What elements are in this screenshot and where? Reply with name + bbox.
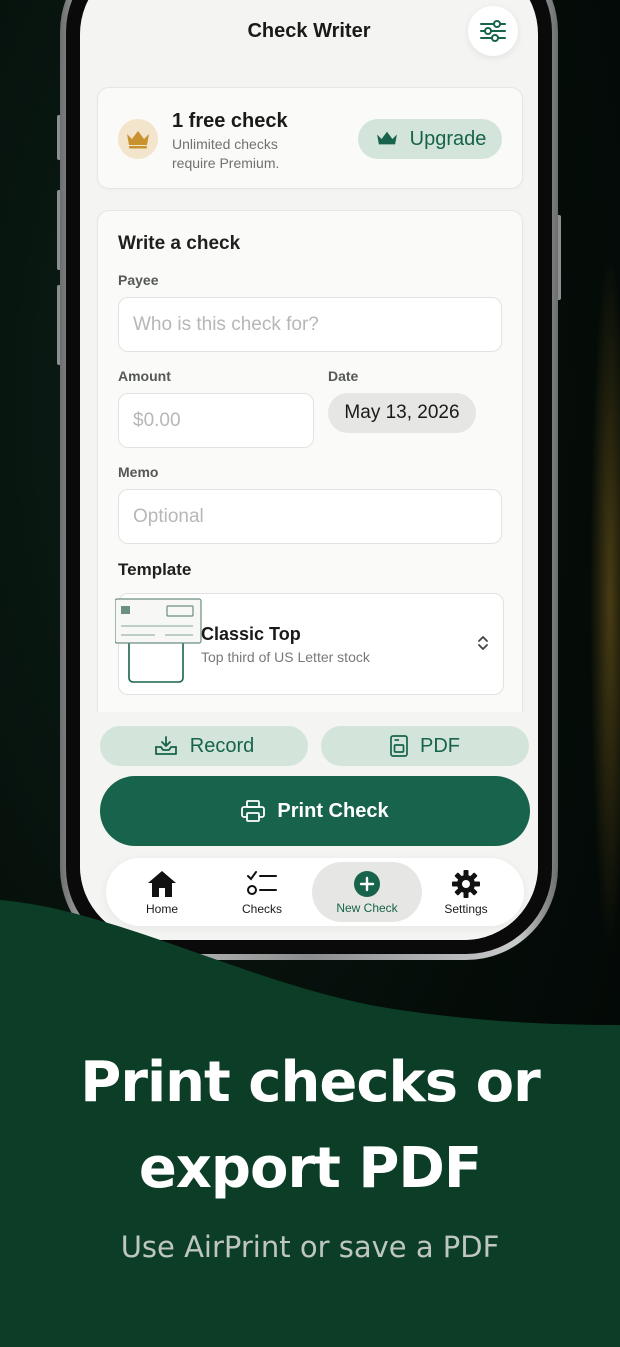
record-label: Record [189,734,255,757]
free-check-subtitle: Unlimited checks require Premium. [172,136,280,171]
amount-input[interactable] [118,393,314,448]
print-check-label: Print Check [277,799,389,822]
payee-input[interactable] [118,297,502,352]
form-title: Write a check [118,233,241,254]
background-glow [590,250,620,950]
crown-icon [127,131,149,149]
marketing-subline: Use AirPrint or save a PDF [120,1230,500,1264]
pdf-label: PDF [420,734,460,757]
upgrade-label: Upgrade [409,127,487,150]
pdf-button[interactable]: PDF [321,726,529,766]
marketing-headline: Print checks or export PDF [0,1040,620,1212]
template-name: Classic Top [201,624,301,644]
amount-label: Amount [118,368,171,384]
sliders-icon [480,20,506,42]
phone-frame: Check Writer 1 free check Unlimited chec… [60,0,558,960]
write-check-form: Write a check Payee Amount Date May 13, … [97,210,523,730]
crown-badge [118,119,158,159]
template-label: Template [118,560,192,579]
date-picker[interactable]: May 13, 2026 [328,393,476,433]
headline-line-2: export PDF [138,1136,482,1201]
headline-line-1: Print checks or [80,1050,540,1115]
memo-label: Memo [118,464,159,480]
record-button[interactable]: Record [100,726,308,766]
template-description: Top third of US Letter stock [201,649,370,665]
check-template-icon [115,598,202,683]
crown-icon [376,131,397,145]
app-screen: Check Writer 1 free check Unlimited chec… [80,0,538,940]
print-check-button[interactable]: Print Check [100,776,530,846]
chevron-updown-icon [478,636,488,650]
printer-icon [241,800,266,822]
free-check-title: 1 free check [172,110,288,132]
filter-button[interactable] [468,6,518,56]
memo-input[interactable] [118,489,502,544]
document-image-icon [390,735,408,757]
payee-label: Payee [118,272,159,288]
template-selector[interactable]: Classic Top Top third of US Letter stock [115,593,504,695]
date-label: Date [328,368,359,384]
free-check-banner: 1 free check Unlimited checks require Pr… [97,87,523,189]
upgrade-button[interactable]: Upgrade [358,119,502,159]
tray-download-icon [154,736,177,755]
